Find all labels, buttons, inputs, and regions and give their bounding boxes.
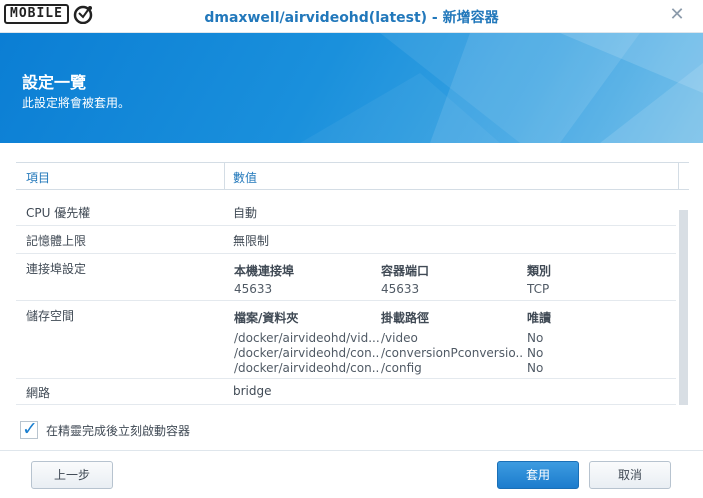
row-key: CPU 優先權 xyxy=(26,206,91,220)
banner-decoration xyxy=(300,33,703,143)
back-button[interactable]: 上一步 xyxy=(31,461,113,489)
storage-folder-1: /docker/airvideohd/vid... xyxy=(234,331,379,345)
storage-mount-2: /conversionPconversio... xyxy=(381,346,523,360)
table-scrollbar[interactable] xyxy=(679,210,688,405)
row-key: 儲存空間 xyxy=(26,309,75,323)
banner-subtitle: 此設定將會被套用。 xyxy=(22,96,131,110)
table-row-cpu: CPU 優先權 自動 xyxy=(16,198,676,226)
checkmark-icon: ✓ xyxy=(22,418,38,440)
storage-header-readonly: 唯讀 xyxy=(527,311,552,325)
row-key: 記憶體上限 xyxy=(26,234,87,248)
storage-readonly-1: No xyxy=(527,331,544,345)
storage-readonly-3: No xyxy=(527,361,544,375)
table-row-network: 網路 bridge xyxy=(16,379,676,405)
run-after-wizard-label: 在精靈完成後立刻啟動容器 xyxy=(46,423,191,438)
close-icon[interactable]: ✕ xyxy=(667,5,687,25)
table-row-port: 連接埠設定 本機連接埠 容器端口 類別 45633 45633 TCP xyxy=(16,254,676,301)
row-value: bridge xyxy=(233,384,272,398)
storage-mount-1: /video xyxy=(381,331,418,345)
port-local-value: 45633 xyxy=(234,282,273,296)
run-after-wizard-checkbox[interactable]: ✓ xyxy=(20,418,38,440)
table-header: 項目 數值 xyxy=(16,162,689,190)
title-bar: MOBILE dmaxwell/airvideohd(latest) - 新增容… xyxy=(0,0,703,33)
column-divider xyxy=(224,163,225,189)
storage-mount-3: /config xyxy=(381,361,422,375)
dialog-footer: 上一步 套用 取消 xyxy=(0,450,703,498)
table-row-memory: 記憶體上限 無限制 xyxy=(16,226,676,254)
port-container-value: 45633 xyxy=(381,282,420,296)
column-header-value[interactable]: 數值 xyxy=(233,169,257,186)
banner-title: 設定一覽 xyxy=(22,73,87,92)
window-title: dmaxwell/airvideohd(latest) - 新增容器 xyxy=(204,10,499,26)
summary-table: 項目 數值 CPU 優先權 自動 記憶體上限 無限制 連接埠設定 本機連接埠 容… xyxy=(16,162,689,405)
cancel-button[interactable]: 取消 xyxy=(589,461,671,489)
header-banner: 設定一覽 此設定將會被套用。 xyxy=(0,33,703,143)
storage-header-folder: 檔案/資料夾 xyxy=(234,311,299,325)
port-header-local: 本機連接埠 xyxy=(234,264,295,278)
row-key: 連接埠設定 xyxy=(26,262,87,276)
column-header-item[interactable]: 項目 xyxy=(26,169,50,186)
row-value: 自動 xyxy=(233,206,258,220)
storage-header-mount: 掛載路徑 xyxy=(381,311,430,325)
row-value: 無限制 xyxy=(233,234,270,248)
port-header-type: 類別 xyxy=(527,264,552,278)
row-key: 網路 xyxy=(26,386,51,400)
storage-folder-3: /docker/airvideohd/con... xyxy=(234,361,379,375)
port-header-container: 容器端口 xyxy=(381,264,430,278)
column-divider xyxy=(678,163,679,189)
port-type-value: TCP xyxy=(527,282,550,296)
table-row-storage: 儲存空間 檔案/資料夾 掛載路徑 唯讀 /docker/airvideohd/v… xyxy=(16,301,676,379)
storage-folder-2: /docker/airvideohd/con... xyxy=(234,346,379,360)
run-after-wizard-option[interactable]: ✓ 在精靈完成後立刻啟動容器 xyxy=(20,418,191,440)
storage-readonly-2: No xyxy=(527,346,544,360)
apply-button[interactable]: 套用 xyxy=(497,461,579,489)
